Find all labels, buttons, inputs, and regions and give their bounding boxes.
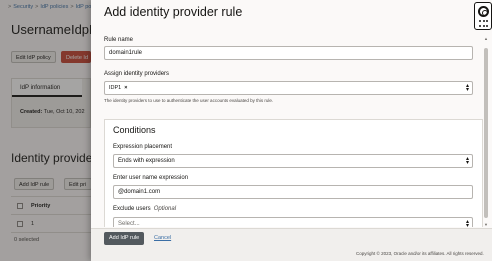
add-idp-rule-button[interactable]: Add IdP rule: [104, 232, 145, 245]
grid-dots-icon: [479, 20, 489, 28]
scroll-thumb[interactable]: [484, 48, 488, 218]
lifebuoy-icon: [478, 6, 489, 17]
conditions-section: Conditions Expression placement Ends wit…: [104, 119, 483, 227]
chip-remove-icon[interactable]: ×: [124, 85, 127, 91]
add-idp-rule-panel: Add identity provider rule Rule name dom…: [91, 0, 492, 261]
rule-name-label: Rule name: [104, 37, 134, 43]
updown-chevron-icon: ▴ ▾: [465, 156, 469, 166]
panel-body[interactable]: Rule name domain1rule Assign identity pr…: [91, 28, 483, 227]
rule-name-input[interactable]: domain1rule: [104, 46, 473, 60]
exclude-users-label: Exclude users Optional: [113, 206, 177, 212]
updown-chevron-icon: ▴ ▾: [465, 83, 469, 93]
updown-chevron-icon: ▴ ▾: [465, 219, 469, 227]
username-expression-input[interactable]: @domain1.com: [113, 185, 473, 199]
conditions-title: Conditions: [113, 125, 156, 135]
panel-title: Add identity provider rule: [104, 5, 243, 19]
assign-idp-label: Assign identity providers: [104, 71, 170, 77]
copyright-text: Copyright © 2023, Oracle and/or its affi…: [356, 251, 484, 256]
panel-scrollbar[interactable]: ▲ ▼: [483, 36, 489, 228]
panel-footer: Add IdP rule Cancel Copyright © 2023, Or…: [91, 228, 492, 261]
assign-idp-select[interactable]: IDP1 × ▴ ▾: [104, 81, 473, 95]
scroll-up-icon[interactable]: ▲: [484, 36, 488, 41]
help-widget[interactable]: [474, 2, 492, 30]
cancel-link[interactable]: Cancel: [154, 232, 171, 245]
assign-idp-hint: The identity providers to use to authent…: [104, 98, 274, 103]
username-expression-label: Enter user name expression: [113, 175, 189, 181]
expression-placement-select[interactable]: Ends with expression ▴ ▾: [113, 154, 473, 168]
scroll-down-icon[interactable]: ▼: [484, 222, 488, 227]
expression-placement-label: Expression placement: [113, 144, 173, 150]
exclude-users-select[interactable]: Select... ▴ ▾: [113, 217, 473, 227]
idp-chip: IDP1 ×: [109, 85, 128, 91]
